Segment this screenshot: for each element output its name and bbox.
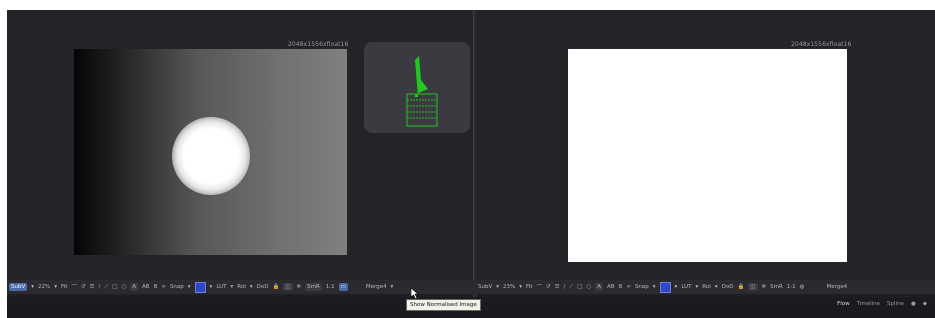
roi-button[interactable]: RoI [702, 284, 711, 290]
dropdown-arrow-icon[interactable]: ▾ [519, 284, 522, 290]
b-buffer-button[interactable]: B [619, 284, 623, 290]
zoom-value[interactable]: 23% [503, 284, 515, 290]
left-viewer[interactable]: 2048x1556xfloat16 [7, 10, 473, 280]
snap-button[interactable]: Snap [170, 284, 184, 290]
dropdown-arrow-icon[interactable]: ▾ [231, 284, 234, 290]
soft-circle [172, 117, 250, 195]
grid-tool-icon[interactable]: ☰ [90, 284, 95, 290]
dropdown-arrow-icon[interactable]: ▾ [715, 284, 718, 290]
link-icon[interactable]: ∞ [626, 284, 631, 290]
bspline-tool-icon[interactable]: ↺ [546, 284, 551, 290]
a-buffer-button[interactable]: A [130, 283, 139, 291]
tab-spline[interactable]: Spline [887, 301, 904, 307]
lock-icon[interactable]: 🔒 [272, 284, 279, 290]
dod-button[interactable]: DoD [257, 284, 269, 290]
fusion-window: 2048x1556xfloat16 2048x1556xfloat16 SubV… [7, 10, 935, 318]
node-histogram-icon [406, 56, 438, 127]
gear-icon[interactable]: ✲ [762, 284, 767, 290]
snap-button[interactable]: Snap [635, 284, 649, 290]
channel-color-icon[interactable] [659, 281, 671, 293]
resolution-label: 2048x1556xfloat16 [288, 41, 349, 48]
lock-icon[interactable]: 🔒 [737, 284, 744, 290]
normalise-image-button[interactable]: ▭ [338, 283, 348, 291]
dropdown-arrow-icon[interactable]: ▾ [696, 284, 699, 290]
dod-button[interactable]: DoD [722, 284, 734, 290]
ab-buffer-button[interactable]: AB [607, 284, 615, 290]
polyline-tool-icon[interactable]: ⌒ [71, 283, 77, 291]
view-tabs: Flow Timeline Spline ● ◆ [837, 301, 927, 307]
gear-icon[interactable]: ✲ [297, 284, 302, 290]
dropdown-arrow-icon[interactable]: ▾ [653, 284, 656, 290]
chat-icon[interactable]: ◆ [923, 301, 927, 307]
grid-tool-icon[interactable]: ☰ [555, 284, 560, 290]
wand-tool-icon[interactable]: ⟋ [104, 284, 108, 291]
rectangle-tool-icon[interactable]: □ [112, 284, 117, 290]
polyline-tool-icon[interactable]: ⌒ [536, 283, 542, 291]
dropdown-arrow-icon[interactable]: ▾ [188, 284, 191, 290]
link-icon[interactable]: ∞ [161, 284, 166, 290]
tab-flow[interactable]: Flow [837, 301, 850, 307]
wand-tool-icon[interactable]: ⟋ [569, 284, 573, 291]
gradient-image [74, 49, 347, 255]
a-buffer-button[interactable]: A [595, 283, 604, 291]
smr-button[interactable]: SmR [305, 283, 322, 291]
checker-icon[interactable]: ◫ [283, 283, 293, 291]
resolution-label: 2048x1556xfloat16 [791, 41, 852, 48]
dropdown-arrow-icon[interactable]: ▾ [496, 284, 499, 290]
checker-icon[interactable]: ◫ [748, 283, 758, 291]
left-viewer-toolbar: SubV ▾ 22% ▾ Fit ⌒ ↺ ☰ ∕ ⟋ □ ○ A AB B ∞ … [7, 280, 475, 294]
ab-buffer-button[interactable]: AB [142, 284, 150, 290]
dropdown-arrow-icon[interactable]: ▾ [54, 284, 57, 290]
roi-button[interactable]: RoI [237, 284, 246, 290]
brush-tool-icon[interactable]: ∕ [564, 284, 566, 290]
lut-button[interactable]: LUT [681, 284, 691, 290]
tab-timeline[interactable]: Timeline [857, 301, 880, 307]
smr-button[interactable]: SmR [770, 284, 783, 290]
dropdown-arrow-icon[interactable]: ▾ [675, 284, 678, 290]
dropdown-arrow-icon[interactable]: ▾ [391, 284, 394, 290]
node-name-label[interactable]: Merge4 [826, 284, 847, 290]
channel-color-icon[interactable] [194, 281, 206, 293]
help-icon[interactable]: ● [911, 301, 916, 307]
dropdown-arrow-icon[interactable]: ▾ [210, 284, 213, 290]
white-image [568, 49, 847, 262]
ellipse-tool-icon[interactable]: ○ [121, 284, 126, 290]
one-to-one-button[interactable]: 1:1 [326, 284, 335, 290]
node-name-label[interactable]: Merge4 [366, 284, 387, 290]
right-viewer-toolbar: SubV ▾ 23% ▾ Fit ⌒ ↺ ☰ ∕ ⟋ □ ○ A AB B ∞ … [476, 280, 935, 294]
bspline-tool-icon[interactable]: ↺ [81, 284, 86, 290]
mouse-cursor-icon [411, 288, 419, 299]
fit-button[interactable]: Fit [61, 284, 67, 290]
subview-button[interactable]: SubV [478, 284, 492, 290]
subview-button[interactable]: SubV [9, 283, 28, 291]
right-viewer[interactable]: 2048x1556xfloat16 [476, 10, 935, 280]
ellipse-tool-icon[interactable]: ○ [586, 284, 591, 290]
normalise-image-icon[interactable]: ◍ [800, 284, 805, 290]
rectangle-tool-icon[interactable]: □ [577, 284, 582, 290]
dropdown-arrow-icon[interactable]: ▾ [31, 284, 34, 290]
zoom-value[interactable]: 22% [38, 284, 50, 290]
fit-button[interactable]: Fit [526, 284, 532, 290]
node-preview-panel[interactable] [364, 42, 470, 133]
brush-tool-icon[interactable]: ∕ [99, 284, 101, 290]
one-to-one-button[interactable]: 1:1 [787, 284, 796, 290]
dropdown-arrow-icon[interactable]: ▾ [250, 284, 253, 290]
tooltip: Show Normalised Image [406, 299, 481, 311]
lut-button[interactable]: LUT [216, 284, 226, 290]
b-buffer-button[interactable]: B [154, 284, 158, 290]
